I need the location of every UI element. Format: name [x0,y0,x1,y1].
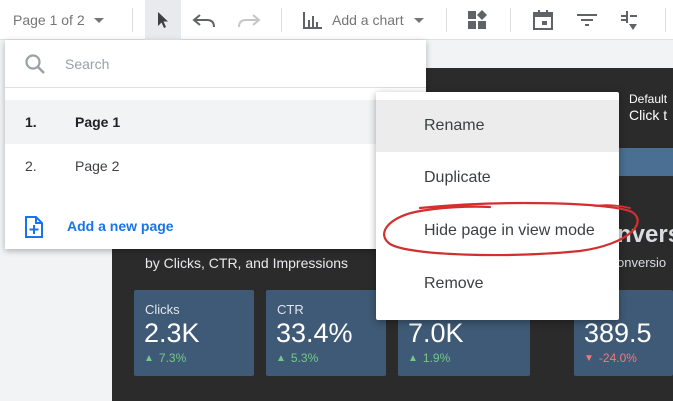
page-name: Page 1 [75,114,121,130]
kpi-change: ▼ -24.0% [584,351,637,365]
toolbar-divider [510,8,511,32]
kpi-value: 33.4% [276,318,353,348]
add-chart-button[interactable]: Add a chart [302,0,424,40]
kpi-change-value: 1.9% [422,351,451,365]
add-control-button[interactable] [466,0,488,40]
add-page-label: Add a new page [67,218,174,234]
toolbar-divider [665,8,666,32]
annotation-ellipse [383,201,639,257]
date-range-button[interactable] [532,0,554,40]
arrow-up-icon: ▲ [276,352,286,364]
page-menu: 1. Page 1 2. Page 2 Add a new page [5,40,426,249]
kpi-value: 389.5 [584,318,652,348]
kpi-change-value: -24.0% [598,351,637,365]
sort-swap-icon [621,11,637,30]
kpi-value: 7.0K [408,318,464,348]
page-selector-label: Page 1 of 2 [13,12,85,28]
arrow-up-icon: ▲ [144,352,154,364]
add-chart-label: Add a chart [332,12,404,28]
widgets-icon [468,10,487,29]
undo-button[interactable] [191,0,217,40]
cursor-icon [158,12,168,28]
date-range-label: Default [629,92,668,106]
arrow-up-icon: ▲ [408,352,418,364]
toolbar: Page 1 of 2 Add a chart [0,0,673,40]
page-name: Page 2 [75,158,120,174]
chevron-down-icon [413,17,424,23]
page-number: 2. [25,158,37,174]
kpi-change: ▲ 5.3% [276,351,318,365]
date-range-info[interactable]: Default Click t [629,92,667,124]
kpi-change-value: 7.3% [158,351,187,365]
arrange-button[interactable] [617,0,639,40]
add-page-button[interactable]: Add a new page [5,208,426,244]
search-icon [25,54,45,74]
page-list-item-2[interactable]: 2. Page 2 [5,144,426,188]
kpi-value: 2.3K [144,318,200,348]
redo-icon [238,14,261,28]
arrow-down-icon: ▼ [584,352,594,364]
kpi-change: ▲ 1.9% [408,351,450,365]
toolbar-divider [446,8,447,32]
select-tool-button[interactable] [145,0,181,40]
kpi-label: Clicks [145,302,180,317]
kpi-card-ctr[interactable]: CTR 33.4% ▲ 5.3% [266,290,386,376]
search-input[interactable] [65,52,405,76]
date-range-hint: Click t [629,107,668,123]
toolbar-divider [132,8,133,32]
page-search [5,40,426,88]
chevron-down-icon [93,17,104,23]
kpi-change-value: 5.3% [290,351,319,365]
section-subtitle: by Clicks, CTR, and Impressions [145,255,349,271]
page-list-item-1[interactable]: 1. Page 1 [5,100,426,144]
filter-icon [577,14,597,26]
page-number: 1. [25,114,37,130]
rename-menu-item[interactable]: Rename [376,100,619,152]
undo-icon [192,14,215,28]
bar-chart-icon [303,12,322,29]
duplicate-menu-item[interactable]: Duplicate [376,152,619,204]
page-selector[interactable]: Page 1 of 2 [13,0,104,40]
calendar-icon [533,10,553,30]
remove-menu-item[interactable]: Remove [376,258,619,310]
kpi-label: CTR [277,302,304,317]
kpi-card-clicks[interactable]: Clicks 2.3K ▲ 7.3% [134,290,254,376]
kpi-change: ▲ 7.3% [144,351,186,365]
redo-button[interactable] [236,0,262,40]
filter-control-button[interactable] [576,0,598,40]
toolbar-divider [281,8,282,32]
add-page-icon [25,216,43,238]
